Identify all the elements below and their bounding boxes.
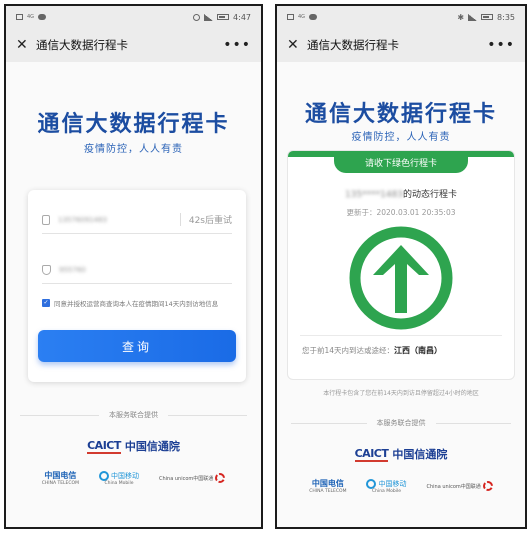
card-top-bar (288, 151, 514, 157)
phone-input[interactable]: 13576091483 (58, 216, 180, 224)
masked-phone: 135****1483 (344, 190, 404, 200)
card-phone-suffix: 的动态行程卡 (403, 190, 458, 200)
provided-by-label: 本服务联合提供 (376, 419, 426, 427)
provided-by: 本服务联合提供 (291, 418, 511, 428)
more-icon[interactable]: ••• (487, 37, 515, 53)
hero-title: 通信大数据行程卡 (37, 112, 230, 137)
signal-icon (468, 13, 478, 21)
nav-bar: ✕ 通信大数据行程卡 ••• (6, 28, 261, 62)
phone-field[interactable]: 13576091483 42s后重试 (42, 206, 232, 234)
consent-row[interactable]: ✓ 同意并授权运营商查询本人在疫情期间14天内到访地信息 (42, 298, 238, 308)
alarm-icon (193, 13, 201, 21)
more-icon[interactable]: ••• (223, 37, 251, 53)
hero-subtitle: 疫情防控，人人有责 (84, 144, 183, 155)
resend-code-button[interactable]: 42s后重试 (179, 213, 232, 226)
china-telecom-logo: 中国电信 CHINA TELECOM (41, 471, 79, 486)
nav-bar: ✕ 通信大数据行程卡 ••• (277, 28, 525, 62)
bluetooth-icon: ✱ (457, 12, 465, 22)
consent-checkbox[interactable]: ✓ (42, 299, 50, 307)
caict-logo: CAICT 中国信通院 (277, 446, 525, 462)
page-title: 通信大数据行程卡 (307, 38, 399, 52)
signal-icon (204, 13, 214, 21)
message-icon (38, 14, 47, 20)
page-title: 通信大数据行程卡 (36, 38, 128, 52)
sim-icon (287, 14, 294, 20)
updated-time: 更新于：2020.03.01 20:35:03 (346, 208, 456, 217)
page-content: 通信大数据行程卡 疫情防控，人人有责 请收下绿色行程卡 135****1483的… (277, 62, 525, 527)
china-mobile-logo: 中国移动 China Mobile (98, 470, 139, 486)
battery-icon (217, 14, 230, 20)
sim-icon (16, 14, 23, 20)
status-bar: 4G 4:47 (6, 6, 261, 28)
caict-mark: CAICT (354, 446, 389, 462)
query-button[interactable]: 查询 (38, 330, 236, 362)
caict-logo: CAICT 中国信通院 (6, 438, 261, 454)
status-time: 8:35 (497, 12, 515, 22)
phone-screen-login: 4G 4:47 ✕ 通信大数据行程卡 ••• 通信大数据行程卡 疫情防控，人人有… (4, 4, 263, 529)
consent-text: 同意并授权运营商查询本人在疫情期间14天内到访地信息 (54, 300, 219, 308)
close-icon[interactable]: ✕ (16, 37, 36, 53)
code-input[interactable]: 955760 (59, 266, 232, 274)
china-mobile-icon (98, 470, 109, 481)
page-content: 通信大数据行程卡 疫情防控，人人有责 13576091483 42s后重试 95… (6, 62, 261, 527)
china-unicom-logo: China unicom中国联通 (159, 473, 226, 483)
card-phone-row: 135****1483的动态行程卡 (288, 187, 514, 200)
hero-title: 通信大数据行程卡 (304, 102, 497, 127)
status-time: 4:47 (233, 12, 251, 22)
provided-by: 本服务联合提供 (20, 410, 247, 420)
network-label: 4G (298, 14, 306, 20)
carrier-logos: 中国电信 CHINA TELECOM 中国移动 China Mobile Chi… (6, 470, 261, 486)
close-icon[interactable]: ✕ (287, 37, 307, 53)
phone-icon (42, 214, 50, 225)
phone-screen-result: 4G ✱ 8:35 ✕ 通信大数据行程卡 ••• 通信大数据行程卡 疫情防控，人… (275, 4, 527, 529)
route-value: 江西（南昌） (394, 346, 443, 355)
green-arrow (288, 225, 514, 331)
shield-icon (42, 264, 51, 275)
china-mobile-logo: 中国移动 China Mobile (366, 478, 406, 494)
login-card: 13576091483 42s后重试 955760 ✓ 同意并授权运营商查询本人… (28, 190, 246, 382)
message-icon (309, 14, 318, 20)
battery-icon (481, 14, 494, 20)
trip-card: 请收下绿色行程卡 135****1483的动态行程卡 更新于：2020.03.0… (287, 150, 515, 380)
footnote: 本行程卡包含了您在前14天内到访且停留超过4小时的地区 (323, 390, 479, 397)
china-unicom-icon (482, 481, 493, 491)
china-unicom-icon (215, 473, 226, 483)
route-prefix: 您于前14天内到达或途经： (302, 346, 395, 355)
china-telecom-logo: 中国电信 CHINA TELECOM (309, 479, 347, 494)
status-bar: 4G ✱ 8:35 (277, 6, 525, 28)
network-label: 4G (27, 14, 35, 20)
route-row: 您于前14天内到达或途经：江西（南昌） (302, 345, 504, 356)
caict-name: 中国信通院 (124, 440, 180, 453)
card-divider (300, 335, 502, 336)
caict-mark: CAICT (87, 438, 121, 454)
hero-subtitle: 疫情防控，人人有责 (351, 132, 451, 143)
caict-name: 中国信通院 (392, 448, 448, 461)
china-unicom-logo: China unicom中国联通 (426, 481, 493, 491)
carrier-logos: 中国电信 CHINA TELECOM 中国移动 China Mobile Chi… (277, 478, 525, 494)
green-arrow-icon (349, 226, 453, 330)
code-field[interactable]: 955760 (42, 256, 232, 284)
provided-by-label: 本服务联合提供 (109, 411, 158, 419)
china-mobile-icon (366, 478, 377, 489)
